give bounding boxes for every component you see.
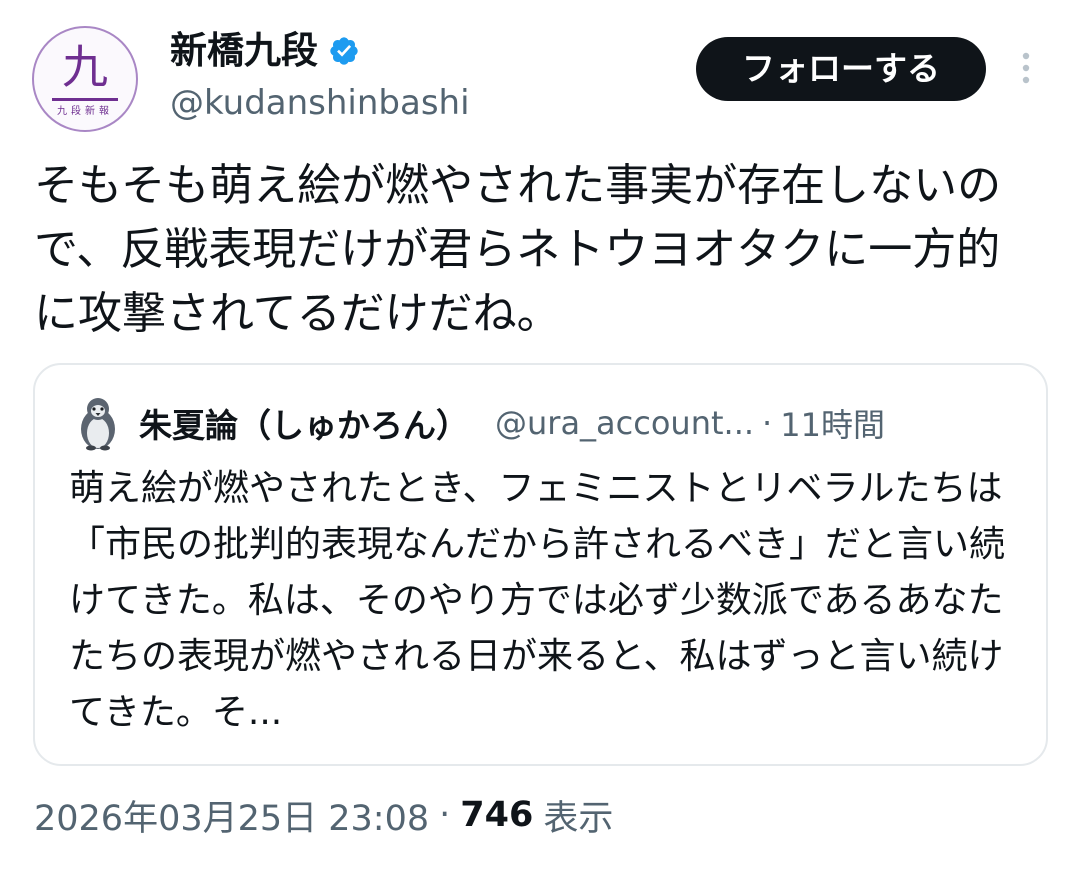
author-name-row[interactable]: 新橋九段 <box>170 26 360 76</box>
more-vertical-icon[interactable] <box>1014 48 1038 88</box>
view-label: 表示 <box>543 798 614 839</box>
penguin-avatar-icon[interactable] <box>75 395 121 451</box>
tweet-meta-row: 2026年03月25日 23:08 · 746 表示 <box>34 788 613 842</box>
avatar-subtext: 九段新報 <box>57 106 113 117</box>
tweet-timestamp[interactable]: 2026年03月25日 23:08 <box>34 790 429 841</box>
quoted-tweet-card[interactable]: 朱夏論（しゅかろん） @ura_account... · 11時間 萌え絵が燃や… <box>33 363 1048 766</box>
follow-button[interactable]: フォローする <box>696 37 986 101</box>
view-count[interactable]: 746 <box>460 795 533 835</box>
author-handle[interactable]: @kudanshinbashi <box>170 80 470 126</box>
verified-badge-icon <box>330 37 358 65</box>
quoted-separator: · <box>762 404 773 442</box>
avatar-glyph: 九 <box>62 40 108 94</box>
avatar-rule <box>52 98 118 101</box>
tweet-text: そもそも萌え絵が燃やされた事実が存在しないので、反戦表現だけが君らネトウヨオタク… <box>34 160 1002 339</box>
meta-separator: · <box>439 795 451 835</box>
author-display-name[interactable]: 新橋九段 <box>170 26 318 76</box>
quoted-author-handle[interactable]: @ura_account... <box>495 404 754 442</box>
quoted-tweet-header: 朱夏論（しゅかろん） @ura_account... · 11時間 <box>75 393 1016 453</box>
quoted-timestamp[interactable]: 11時間 <box>780 400 885 446</box>
author-avatar[interactable]: 九 九段新報 <box>32 26 138 132</box>
quoted-author-name[interactable]: 朱夏論（しゅかろん） <box>139 399 469 447</box>
quoted-tweet-text: 萌え絵が燃やされたとき、フェミニストとリベラルたちは「市民の批判的表現なんだから… <box>69 468 1006 733</box>
